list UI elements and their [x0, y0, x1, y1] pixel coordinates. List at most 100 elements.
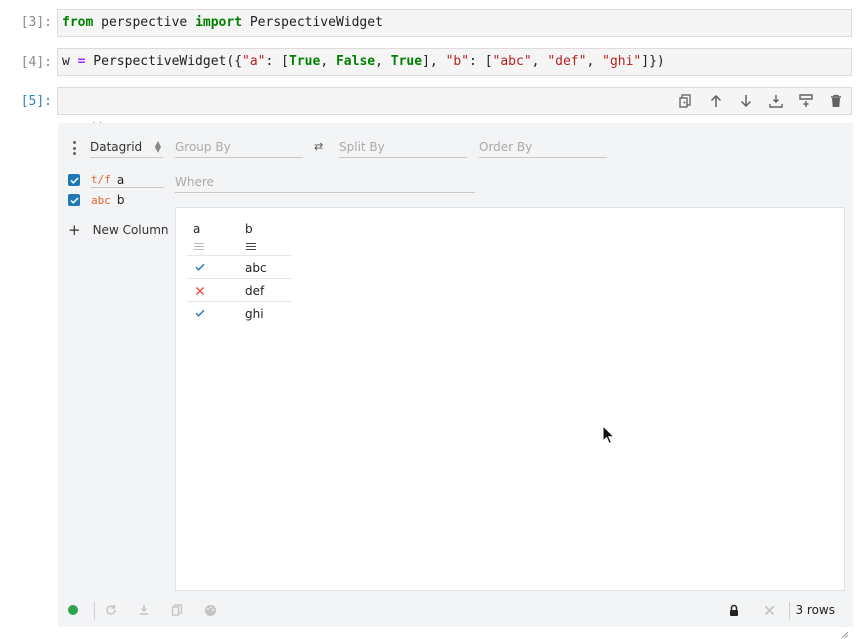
table-cell: ghi	[245, 307, 264, 321]
close-icon	[764, 605, 774, 615]
column-name: a	[116, 172, 125, 187]
copy-button[interactable]	[169, 602, 185, 618]
code-token: True	[390, 54, 423, 69]
code-token: "abc"	[492, 54, 532, 69]
code-token: import	[195, 15, 243, 30]
insert-above-button[interactable]	[795, 90, 817, 112]
settings-panel: Datagrid ▲ ▼ t/f a abc b + New Column	[58, 123, 174, 593]
theme-button[interactable]	[202, 602, 218, 618]
resize-handle-icon[interactable]	[841, 631, 849, 639]
sort-icon[interactable]	[246, 243, 256, 250]
mouse-cursor-icon	[602, 425, 616, 445]
refresh-icon	[106, 605, 116, 615]
delete-icon	[831, 94, 841, 107]
move-down-button[interactable]	[735, 90, 757, 112]
connection-status-icon	[68, 605, 78, 615]
divider	[789, 602, 790, 620]
code-token: "ghi"	[602, 54, 642, 69]
code-token: perspective	[93, 15, 196, 30]
column-row-b[interactable]: abc b	[68, 191, 125, 209]
status-bar: 3 rows	[58, 593, 853, 627]
delete-cell-button[interactable]	[825, 90, 847, 112]
new-column-button[interactable]: + New Column	[68, 221, 169, 239]
code-token: : [	[265, 54, 289, 69]
table-cell: def	[245, 284, 265, 298]
column-type: abc	[91, 193, 111, 207]
column-header-b[interactable]: b	[245, 222, 253, 236]
select-arrows-icon: ▲ ▼	[154, 139, 161, 154]
datagrid[interactable]: a b abc def ghi	[175, 207, 845, 591]
duplicate-icon	[679, 94, 691, 108]
code-input[interactable]: w = PerspectiveWidget({"a": [True, False…	[57, 48, 852, 76]
check-icon	[69, 176, 79, 184]
bool-true-icon	[195, 261, 205, 275]
plugin-select[interactable]: Datagrid ▲ ▼	[90, 138, 163, 158]
insert-below-icon	[769, 95, 783, 108]
table-cell: abc	[245, 261, 267, 275]
swap-icon[interactable]: ⇄	[314, 140, 323, 153]
cell-prompt: [3]:	[20, 15, 52, 30]
code-token: ]})	[641, 54, 665, 69]
column-row-a[interactable]: t/f a	[68, 171, 164, 189]
export-button[interactable]	[136, 602, 152, 618]
duplicate-cell-button[interactable]	[675, 90, 697, 112]
code-token: "def"	[547, 54, 587, 69]
row-count: 3 rows	[795, 603, 835, 617]
column-header-a[interactable]: a	[193, 222, 200, 236]
code-token: "b"	[445, 54, 470, 69]
group-by-field[interactable]: Group By	[175, 138, 303, 158]
row-divider	[187, 278, 292, 279]
cell-prompt: [4]:	[20, 55, 52, 70]
download-icon	[140, 605, 148, 615]
code-token: ,	[531, 54, 548, 69]
code-token: PerspectiveWidget	[242, 15, 383, 30]
code-token: "a"	[242, 54, 266, 69]
code-token: w	[62, 54, 78, 69]
move-down-icon	[740, 95, 752, 108]
code-token: ,	[320, 54, 336, 69]
move-up-icon	[710, 94, 722, 107]
column-checkbox[interactable]	[68, 174, 80, 186]
code-token: True	[289, 54, 321, 69]
code-token: : [	[469, 54, 493, 69]
column-type: t/f	[91, 173, 111, 186]
cell-prompt: [5]:	[20, 94, 52, 109]
code-token: False	[335, 54, 376, 69]
code-token: ,	[375, 54, 391, 69]
drag-handle-icon[interactable]	[70, 141, 78, 155]
lock-icon	[730, 604, 738, 616]
palette-icon	[204, 604, 216, 616]
column-checkbox[interactable]	[68, 194, 80, 206]
order-by-field[interactable]: Order By	[479, 138, 607, 158]
code-token: ],	[422, 54, 446, 69]
bool-true-icon	[195, 307, 205, 321]
code-token: from	[62, 15, 94, 30]
plus-icon: +	[68, 221, 81, 239]
perspective-widget: Datagrid ▲ ▼ t/f a abc b + New Column Gr…	[58, 123, 853, 627]
column-name: b	[116, 193, 125, 207]
header-divider	[187, 255, 292, 256]
code-input[interactable]: from perspective import PerspectiveWidge…	[57, 9, 852, 37]
check-icon	[69, 196, 79, 204]
sort-icon[interactable]	[194, 243, 204, 250]
code-token: ,	[586, 54, 603, 69]
code-input[interactable]: w	[57, 87, 852, 134]
reset-button[interactable]	[761, 602, 777, 618]
move-up-button[interactable]	[705, 90, 727, 112]
lock-button[interactable]	[726, 602, 742, 618]
column-label: abc b	[91, 193, 125, 207]
split-by-field[interactable]: Split By	[339, 138, 467, 158]
copy-icon	[171, 604, 183, 616]
new-column-label: New Column	[92, 223, 169, 237]
row-divider	[187, 301, 292, 302]
code-token: PerspectiveWidget({	[85, 54, 243, 69]
refresh-button[interactable]	[103, 602, 119, 618]
divider	[94, 602, 95, 620]
where-field[interactable]: Where	[175, 173, 475, 193]
cell-toolbar	[675, 88, 847, 114]
bool-false-icon	[195, 285, 205, 299]
column-label: t/f a	[91, 172, 164, 188]
insert-below-button[interactable]	[765, 90, 787, 112]
plugin-select-value: Datagrid	[90, 140, 143, 154]
insert-above-icon	[799, 94, 813, 107]
